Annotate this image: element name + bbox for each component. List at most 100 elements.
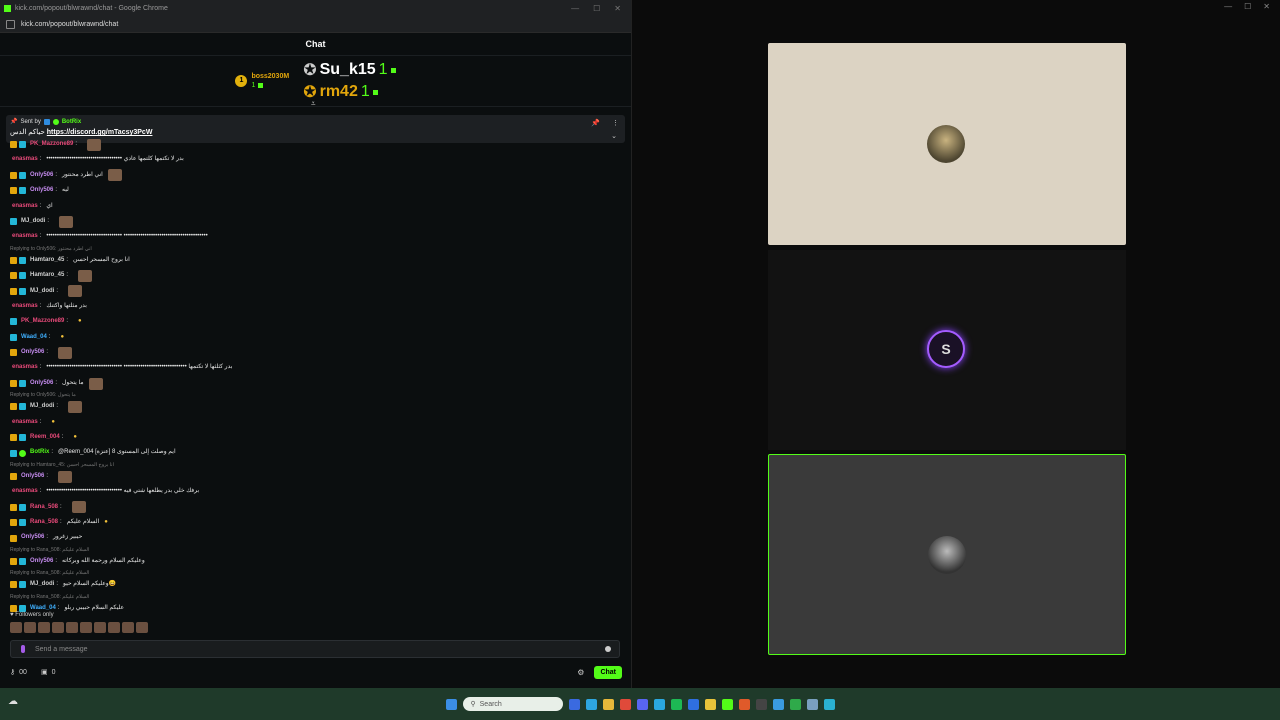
chat-username[interactable]: enasmas [12,484,38,499]
xbox-icon[interactable] [789,698,801,710]
close-button[interactable]: ✕ [614,4,621,13]
settings-gear-icon[interactable]: ⚙ [577,668,584,677]
emote[interactable] [94,622,106,633]
chat-message-list[interactable]: PK_Mazzone89: enasmas: •••••••••••••••••••… [0,137,628,637]
telegram-icon[interactable] [653,698,665,710]
chat-message[interactable]: Only506: حيبير زغرور [0,530,628,545]
chat-username[interactable]: Only506 [21,345,44,360]
chat-message[interactable]: MJ_dodi: [0,284,628,299]
emote[interactable] [10,622,22,633]
gifter-rm42[interactable]: ✪ rm42 1 [303,82,395,102]
chat-username[interactable]: enasmas [12,229,38,244]
chat-username[interactable]: Only506 [21,530,44,545]
maximize-button[interactable]: ☐ [593,4,600,13]
chat-username[interactable]: MJ_dodi [30,577,54,592]
chat-username[interactable]: PK_Mazzone89 [21,314,64,329]
steam-icon[interactable] [755,698,767,710]
chat-username[interactable]: enasmas [12,360,38,375]
emote[interactable] [66,622,78,633]
chat-username[interactable]: Reem_004 [30,430,60,445]
chat-username[interactable]: Hamtaro_45 [30,253,64,268]
kick-icon[interactable] [721,698,733,710]
chat-username[interactable]: enasmas [12,199,38,214]
edge-icon[interactable] [585,698,597,710]
chat-message[interactable]: Hamtaro_45: انا بروح المسحر احسن [0,253,628,268]
minimize-button[interactable]: — [571,4,579,13]
chat-username[interactable]: Only506 [21,469,44,484]
more-options-icon[interactable]: ⋮ [612,119,619,127]
emote[interactable] [80,622,92,633]
emoji-picker-icon[interactable] [605,646,611,652]
reply-context[interactable]: Replying to Rana_508: السلام عليكم [0,546,628,554]
chat-message[interactable]: enasmas: ••••••••••••••••••••••••••••••••… [0,360,628,375]
chat-username[interactable]: Hamtaro_45 [30,268,64,283]
address-bar[interactable]: kick.com/popout/blwrawnd/chat [0,16,631,33]
collapse-handle-icon[interactable]: ⩡ [311,99,316,109]
close-button[interactable]: ✕ [1263,2,1270,11]
chat-message[interactable]: enasmas: ••••••••••••••••••••••••••••••••… [0,229,628,244]
chat-username[interactable]: Rana_508 [30,500,58,515]
app-icon[interactable] [772,698,784,710]
chat-message[interactable]: enasmas: ● [0,415,628,430]
chat-message[interactable]: Hamtaro_45: [0,268,628,283]
chat-send-button[interactable]: Chat [594,665,622,679]
chat-message[interactable]: MJ_dodi: وعليكم السلام حيو😄 [0,577,628,592]
file-explorer-icon[interactable] [602,698,614,710]
chat-username[interactable]: Rana_508 [30,515,58,530]
chat-username[interactable]: enasmas [12,152,38,167]
spotify-icon[interactable] [670,698,682,710]
app-icon[interactable] [687,698,699,710]
minimize-button[interactable]: — [1224,2,1232,11]
chat-message[interactable]: Only506: اني اطرد محنتور [0,168,628,183]
points-stat[interactable]: ▣ 0 [41,668,56,677]
chat-message[interactable]: Only506: ما يتحول [0,376,628,391]
reply-context[interactable]: Replying to Rana_508: السلام عليكم [0,569,628,577]
emote[interactable] [136,622,148,633]
emote[interactable] [38,622,50,633]
viewer-stat[interactable]: ⚷ 00 [10,668,27,677]
reply-context[interactable]: Replying to Hamtaro_45: انا بروح المسحر … [0,461,628,469]
chat-message[interactable]: enasmas: ••••••••••••••••••••••••••••••••… [0,484,628,499]
chat-message[interactable]: PK_Mazzone89: ● [0,314,628,329]
chat-message[interactable]: PK_Mazzone89: [0,137,628,152]
maximize-button[interactable]: ☐ [1244,2,1251,11]
reply-context[interactable]: Replying to Only506: ما يتحول [0,391,628,399]
chat-username[interactable]: PK_Mazzone89 [30,137,73,152]
chat-message[interactable]: Rana_508: السلام عليكم ● [0,515,628,530]
task-view-icon[interactable] [568,698,580,710]
chat-username[interactable]: Waad_04 [21,330,47,345]
gifter-boss2030M[interactable]: 1 boss2030M 1 [235,73,289,89]
pinned-sender[interactable]: BotRix [62,119,81,125]
chat-username[interactable]: Only506 [30,554,53,569]
emote[interactable] [122,622,134,633]
chat-message[interactable]: Waad_04: ● [0,330,628,345]
pin-icon[interactable]: 📌 [591,119,600,127]
chat-message[interactable]: BotRix: @Reem_004 ايم وصلت إلى المستوى 8 … [0,445,628,460]
chat-message[interactable]: enasmas: اي [0,199,628,214]
discord-icon[interactable] [636,698,648,710]
chat-message[interactable]: enasmas: ••••••••••••••••••••••••••••••••… [0,152,628,167]
gifter-Su_k15[interactable]: ✪ Su_k15 1 [303,60,396,80]
chat-username[interactable]: Only506 [30,376,53,391]
reply-context[interactable]: Replying to Rana_508: السلام عليكم [0,593,628,601]
chat-message[interactable]: Only506: ليه [0,183,628,198]
taskbar-search[interactable]: ⚲ Search [462,697,563,711]
chat-message[interactable]: Reem_004: ● [0,430,628,445]
chat-message[interactable]: MJ_dodi: [0,214,628,229]
app-icon[interactable] [823,698,835,710]
site-info-icon[interactable] [6,19,15,29]
chat-username[interactable]: enasmas [12,415,38,430]
chat-message[interactable]: enasmas: بدر مثلتها واكتنك [0,299,628,314]
chrome-icon[interactable] [619,698,631,710]
chat-username[interactable]: Only506 [30,183,53,198]
chat-username[interactable]: enasmas [12,299,38,314]
chat-message[interactable]: MJ_dodi: [0,399,628,414]
emote[interactable] [24,622,36,633]
chat-username[interactable]: MJ_dodi [21,214,45,229]
emote[interactable] [52,622,64,633]
app-icon[interactable] [806,698,818,710]
weather-widget-icon[interactable]: ☁ [8,696,18,707]
chat-message[interactable]: Only506: وعليكم السلام ورحمة الله وبركاته [0,554,628,569]
chat-message[interactable]: Only506: [0,469,628,484]
chat-message[interactable]: Only506: [0,345,628,360]
